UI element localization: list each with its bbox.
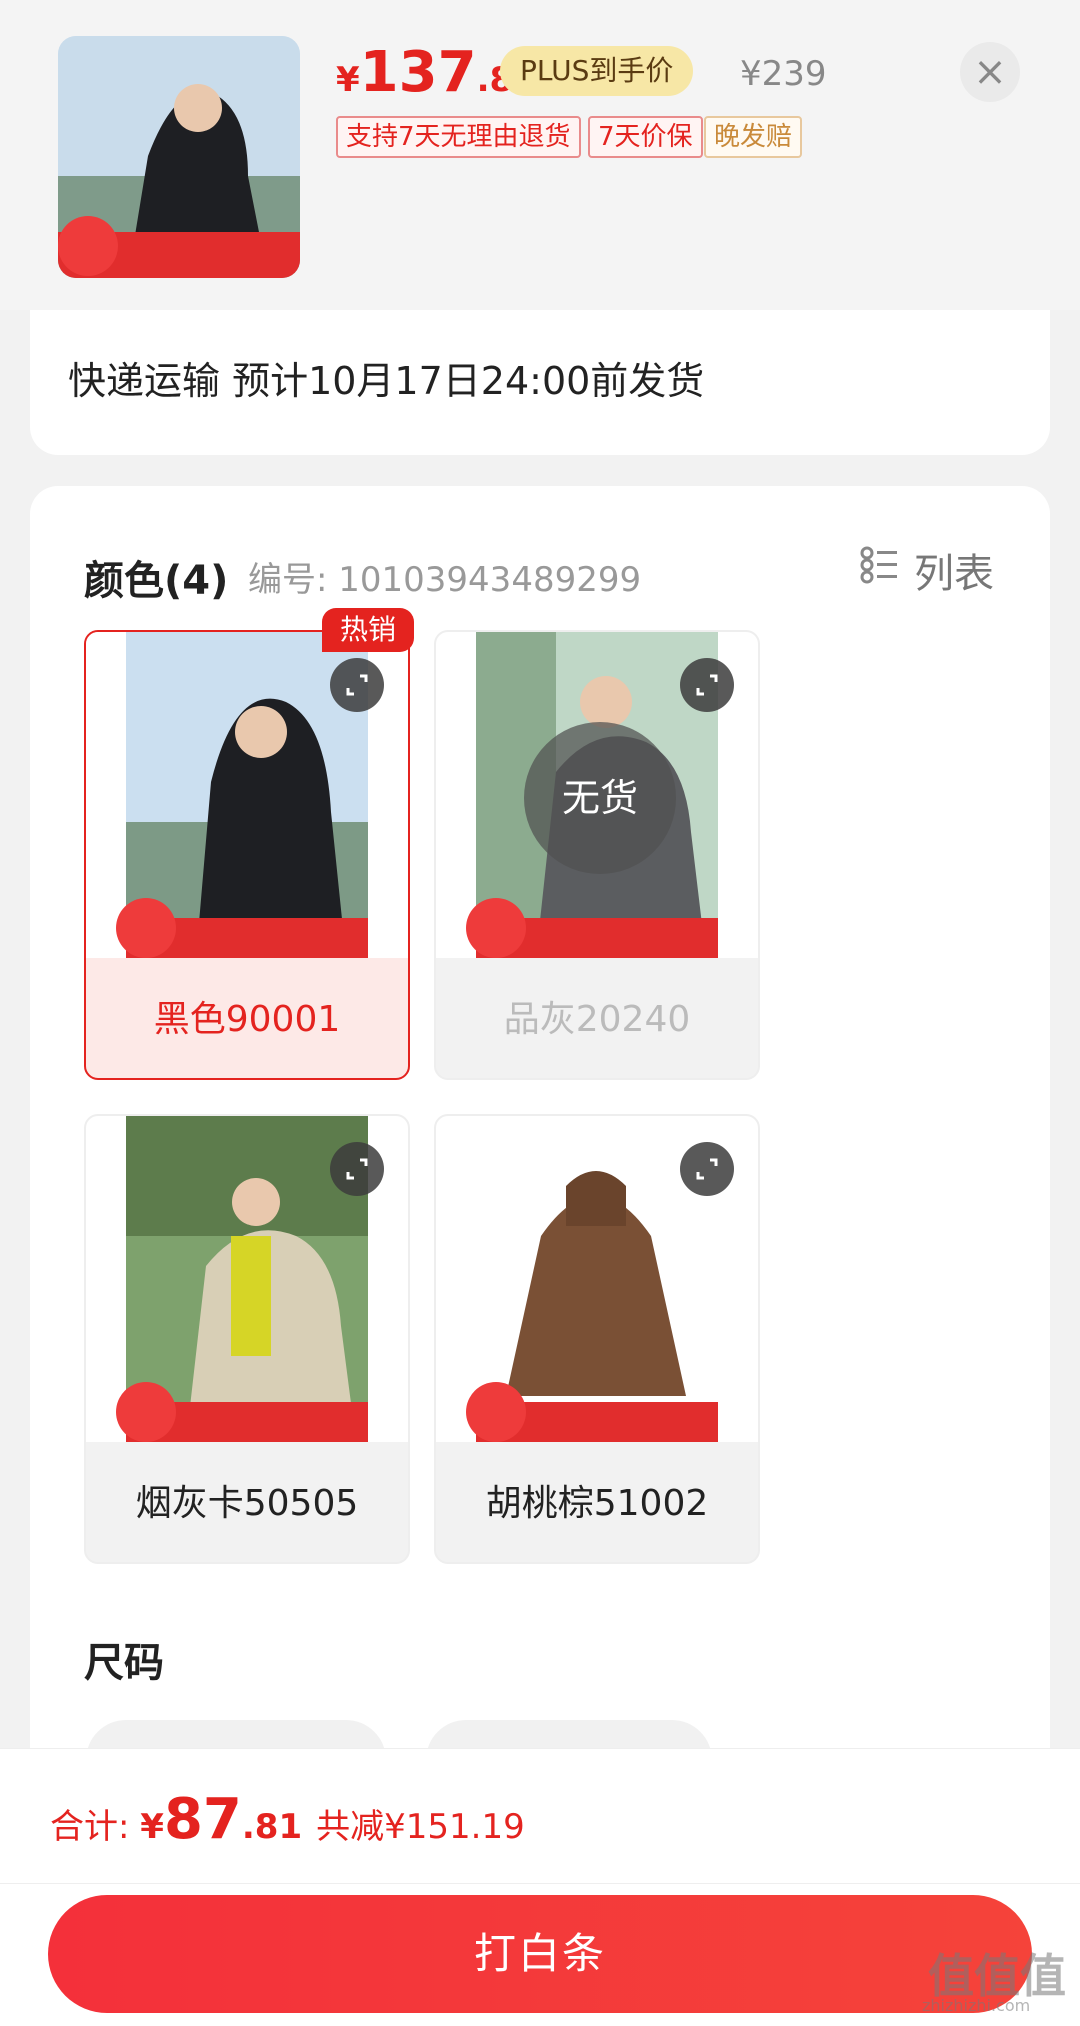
close-icon: × — [973, 49, 1007, 95]
variant-label: 胡桃棕51002 — [485, 1483, 709, 1524]
out-of-stock-badge: 无货 — [524, 722, 676, 874]
price-integer: 137 — [359, 40, 477, 105]
expand-icon[interactable] — [330, 658, 384, 712]
size-section-title: 尺码 — [84, 1640, 164, 1686]
sku-number: 编号: 10103943489299 — [248, 560, 642, 600]
hot-sale-badge: 热销 — [322, 608, 414, 652]
list-view-label: 列表 — [914, 551, 994, 597]
plus-price-badge: PLUS到手价 — [500, 46, 694, 96]
close-button[interactable]: × — [960, 42, 1020, 102]
color-option-khaki[interactable]: 烟灰卡50505 — [84, 1114, 410, 1564]
expand-icon[interactable] — [680, 1142, 734, 1196]
watermark-url: zhizhizhi.com — [922, 1996, 1031, 2015]
variant-label: 黑色90001 — [153, 999, 341, 1040]
color-option-walnut[interactable]: 胡桃棕51002 — [434, 1114, 760, 1564]
sku-selector-card: 颜色(4) 编号: 10103943489299 列表 热销 黑色90001 无… — [30, 486, 1050, 1800]
late-delivery-tag: 晚发赔 — [704, 116, 803, 158]
pay-button[interactable]: 打白条 — [48, 1895, 1032, 2013]
color-option-gray[interactable]: 无货 品灰20240 — [434, 630, 760, 1080]
product-thumbnail — [58, 36, 300, 278]
expand-icon[interactable] — [330, 1142, 384, 1196]
variant-label: 烟灰卡50505 — [135, 1483, 359, 1524]
color-section-title: 颜色(4) — [84, 558, 229, 604]
expand-icon[interactable] — [680, 658, 734, 712]
checkout-bar: 合计: ¥87.81 共减¥151.19 打白条 — [0, 1748, 1080, 2026]
total-decimal: .81 — [241, 1807, 303, 1847]
list-view-toggle[interactable]: 列表 — [860, 545, 994, 597]
price-protect-tag: 7天价保 — [588, 116, 703, 158]
list-icon — [860, 545, 900, 595]
return-policy-tag: 支持7天无理由退货 — [336, 116, 581, 158]
total-currency: ¥ — [140, 1807, 164, 1847]
divider — [0, 1883, 1080, 1884]
product-header: ¥137.81 PLUS到手价 ¥239 × 支持7天无理由退货 7天价保 晚发… — [0, 0, 1080, 310]
color-option-black[interactable]: 黑色90001 — [84, 630, 410, 1080]
total-saving: 共减¥151.19 — [316, 1807, 525, 1847]
order-total: 合计: ¥87.81 共减¥151.19 — [50, 1787, 525, 1852]
total-integer: 87 — [163, 1787, 242, 1852]
original-price: ¥239 — [740, 54, 827, 94]
price-currency: ¥ — [336, 60, 360, 100]
shipping-estimate: 快递运输 预计10月17日24:00前发货 — [68, 359, 705, 403]
total-label: 合计: — [50, 1807, 141, 1847]
variant-label: 品灰20240 — [503, 999, 691, 1040]
